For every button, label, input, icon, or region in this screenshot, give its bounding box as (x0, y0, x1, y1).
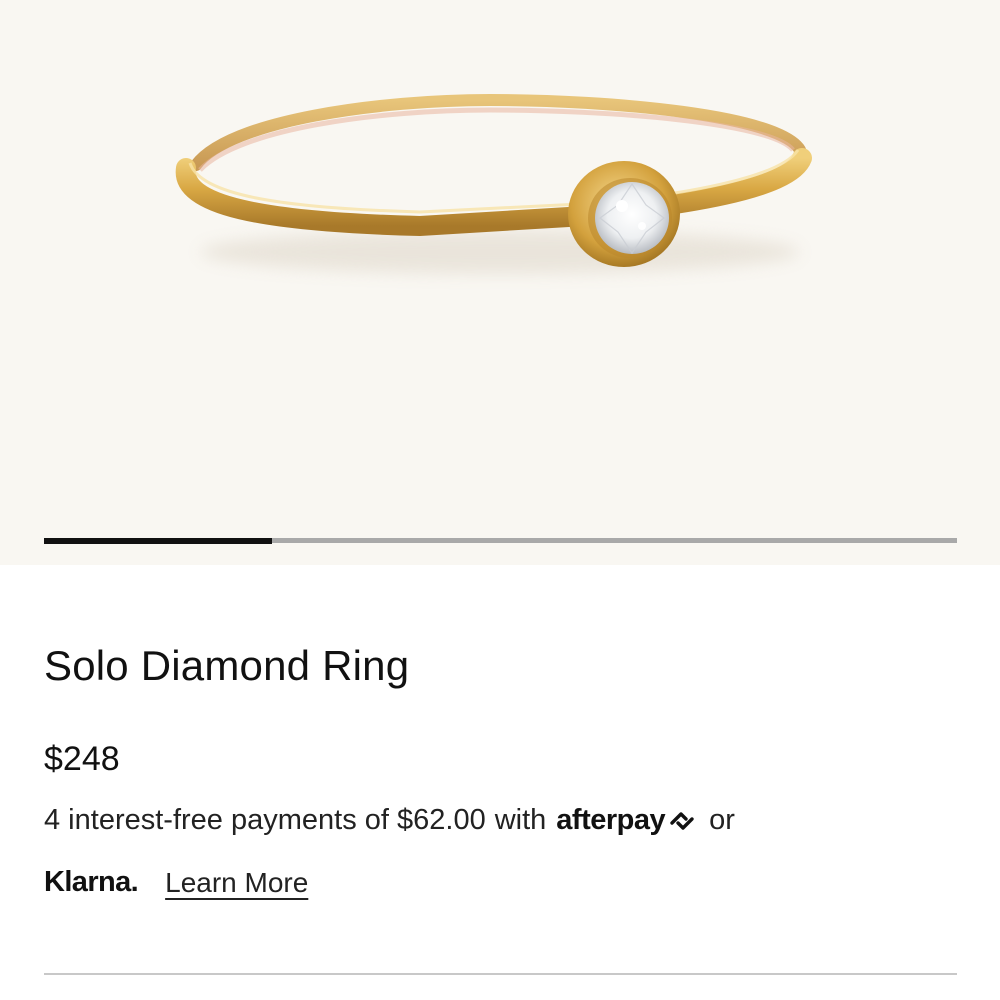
afterpay-wordmark: afterpay (556, 804, 666, 836)
gallery-progress-fill (44, 537, 273, 544)
learn-more-link[interactable]: Learn More (165, 867, 308, 899)
product-image-gallery[interactable] (0, 0, 1000, 565)
or-text: or (709, 804, 735, 836)
klarna-logo[interactable]: Klarna. (44, 866, 139, 899)
installment-info: 4 interest-free payments of $62.00 with … (44, 804, 735, 837)
installment-text: 4 interest-free payments of $62.00 (44, 804, 486, 836)
klarna-row: Klarna. Learn More (44, 866, 308, 899)
gallery-progress-track[interactable] (44, 537, 957, 544)
ring-image (175, 93, 812, 274)
afterpay-logo[interactable]: afterpay (556, 804, 697, 837)
with-text: with (494, 804, 547, 836)
product-price: $248 (44, 740, 120, 778)
afterpay-arrows-icon (670, 811, 694, 830)
product-title: Solo Diamond Ring (44, 642, 410, 689)
section-divider (44, 973, 957, 975)
